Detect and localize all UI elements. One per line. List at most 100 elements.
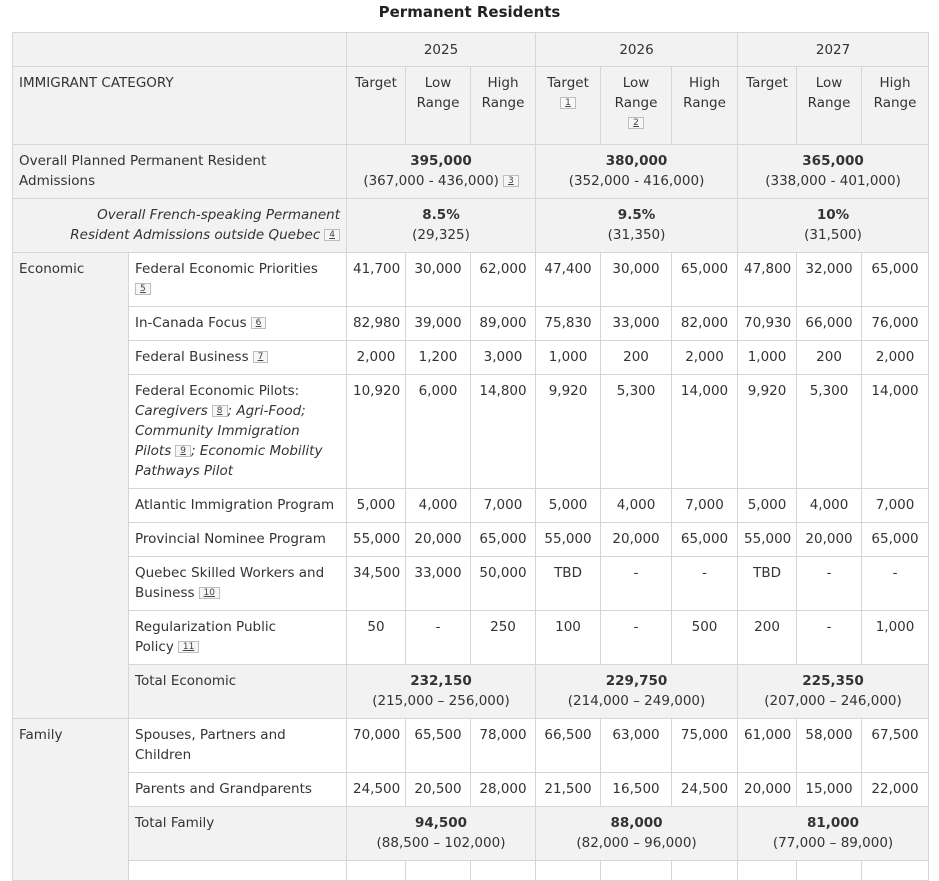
total-value: 94,500 [414, 815, 468, 831]
overall-2027: 365,000 (338,000 - 401,000) [737, 144, 930, 199]
footnote-ref-9[interactable]: 9 [175, 445, 191, 457]
high-cell: 65,000 [671, 522, 739, 557]
row-label-text: Federal Business [135, 349, 249, 365]
overall-total: 395,000 [410, 153, 472, 169]
total-range: (207,000 – 246,000) [764, 693, 902, 709]
footnote-ref-3[interactable]: 3 [502, 175, 519, 187]
row-label-text: Regularization Public Policy [135, 619, 276, 655]
low-range-header: Low Range [405, 66, 471, 145]
table-row: Federal Business 7 2,000 1,200 3,000 1,00… [13, 340, 930, 375]
low-range-label: Low Range [614, 75, 658, 111]
total-value: 81,000 [806, 815, 860, 831]
high-cell: 24,500 [671, 772, 739, 807]
low-cell: 4,000 [405, 488, 471, 523]
cell [796, 860, 863, 881]
table-row: In-Canada Focus 6 82,980 39,000 89,000 75… [13, 306, 930, 341]
total-economic-2027: 225,350 (207,000 – 246,000) [737, 664, 930, 719]
low-cell: 66,000 [796, 306, 863, 341]
cell [346, 860, 406, 881]
year-header-row: 2025 2026 2027 [12, 32, 930, 67]
low-cell: 20,000 [405, 522, 471, 557]
footnote-ref-7[interactable]: 7 [252, 351, 269, 363]
target-cell: 5,000 [535, 488, 602, 523]
footnote-ref-1[interactable]: 1 [560, 97, 576, 109]
high-cell: 67,500 [861, 718, 930, 773]
total-economic-2026: 229,750 (214,000 – 249,000) [535, 664, 739, 719]
total-economic-label: Total Economic [128, 664, 347, 719]
target-cell: 70,000 [346, 718, 406, 773]
target-cell: 82,980 [346, 306, 406, 341]
low-cell: 200 [796, 340, 863, 375]
low-cell: 1,200 [405, 340, 471, 375]
high-cell: 89,000 [469, 306, 537, 341]
footnote-ref-8[interactable]: 8 [211, 405, 228, 417]
table-title: Permanent Residents [378, 3, 561, 21]
footnote-ref-5[interactable]: 5 [135, 283, 151, 295]
row-label: Federal Economic Priorities 5 [128, 252, 347, 307]
pilots-caregivers: Caregivers [135, 403, 208, 419]
total-range: (77,000 – 89,000) [772, 835, 894, 851]
total-range: (215,000 – 256,000) [372, 693, 510, 709]
target-cell: 9,920 [737, 374, 798, 489]
overall-range: (338,000 - 401,000) [765, 173, 901, 189]
target-cell: TBD [535, 556, 602, 611]
row-label: Parents and Grandparents [128, 772, 347, 807]
high-cell: 28,000 [469, 772, 537, 807]
footnote-ref-11[interactable]: 11 [177, 641, 200, 653]
target-cell: 5,000 [737, 488, 798, 523]
low-cell: 30,000 [600, 252, 673, 307]
footnote-ref-10[interactable]: 10 [198, 587, 220, 599]
target-header: Target [737, 66, 798, 145]
low-cell: - [600, 610, 673, 665]
low-cell: 20,000 [796, 522, 863, 557]
french-count: (29,325) [412, 227, 470, 243]
high-cell: 2,000 [671, 340, 739, 375]
row-label-text: In-Canada Focus [135, 315, 247, 331]
high-cell: 500 [671, 610, 739, 665]
total-family-2026: 88,000 (82,000 – 96,000) [535, 806, 739, 861]
row-label-text: Quebec Skilled Workers and Business [135, 565, 325, 601]
target-cell: 47,400 [535, 252, 602, 307]
high-cell: 76,000 [861, 306, 930, 341]
total-family-2027: 81,000 (77,000 – 89,000) [737, 806, 930, 861]
row-label: Quebec Skilled Workers and Business 10 [128, 556, 347, 611]
high-cell: 82,000 [671, 306, 739, 341]
year-2025-header: 2025 [345, 32, 537, 67]
footnote-ref-6[interactable]: 6 [250, 317, 267, 329]
total-range: (82,000 – 96,000) [576, 835, 697, 851]
target-cell: 1,000 [737, 340, 798, 375]
footnote-ref-2[interactable]: 2 [628, 117, 644, 129]
overall-2025: 395,000 (367,000 - 436,000) 3 [345, 144, 537, 199]
total-economic-2025: 232,150 (215,000 – 256,000) [345, 664, 537, 719]
row-label: Spouses, Partners and Children [128, 718, 347, 773]
target-cell: 200 [737, 610, 798, 665]
footnote-ref-4[interactable]: 4 [324, 229, 340, 241]
french-2027: 10% (31,500) [737, 198, 930, 253]
low-cell: 5,300 [600, 374, 673, 489]
target-cell: 55,000 [346, 522, 406, 557]
french-pct: 8.5% [422, 207, 460, 223]
row-label-text: Federal Economic Priorities [135, 261, 318, 277]
french-2026: 9.5% (31,350) [535, 198, 739, 253]
target-header: Target [346, 66, 406, 145]
row-label: Federal Business 7 [128, 340, 347, 375]
total-value: 88,000 [610, 815, 663, 831]
target-cell: 21,500 [535, 772, 602, 807]
overall-total: 380,000 [605, 153, 668, 169]
target-cell: 50 [346, 610, 406, 665]
low-cell: 15,000 [796, 772, 863, 807]
high-range-header: High Range [861, 66, 930, 145]
immigrant-category-header: IMMIGRANT CATEGORY [12, 66, 347, 145]
table-row: Family Spouses, Partners and Children 70… [12, 718, 930, 881]
target-cell: 1,000 [535, 340, 602, 375]
target-cell: 47,800 [737, 252, 798, 307]
total-value: 232,150 [410, 673, 472, 689]
total-value: 229,750 [605, 673, 668, 689]
high-cell: 75,000 [671, 718, 739, 773]
target-cell: 9,920 [535, 374, 602, 489]
target-cell: 75,830 [535, 306, 602, 341]
family-group-label: Family [12, 718, 129, 881]
target-cell: 55,000 [535, 522, 602, 557]
table-row [13, 860, 930, 881]
high-cell: 62,000 [469, 252, 537, 307]
